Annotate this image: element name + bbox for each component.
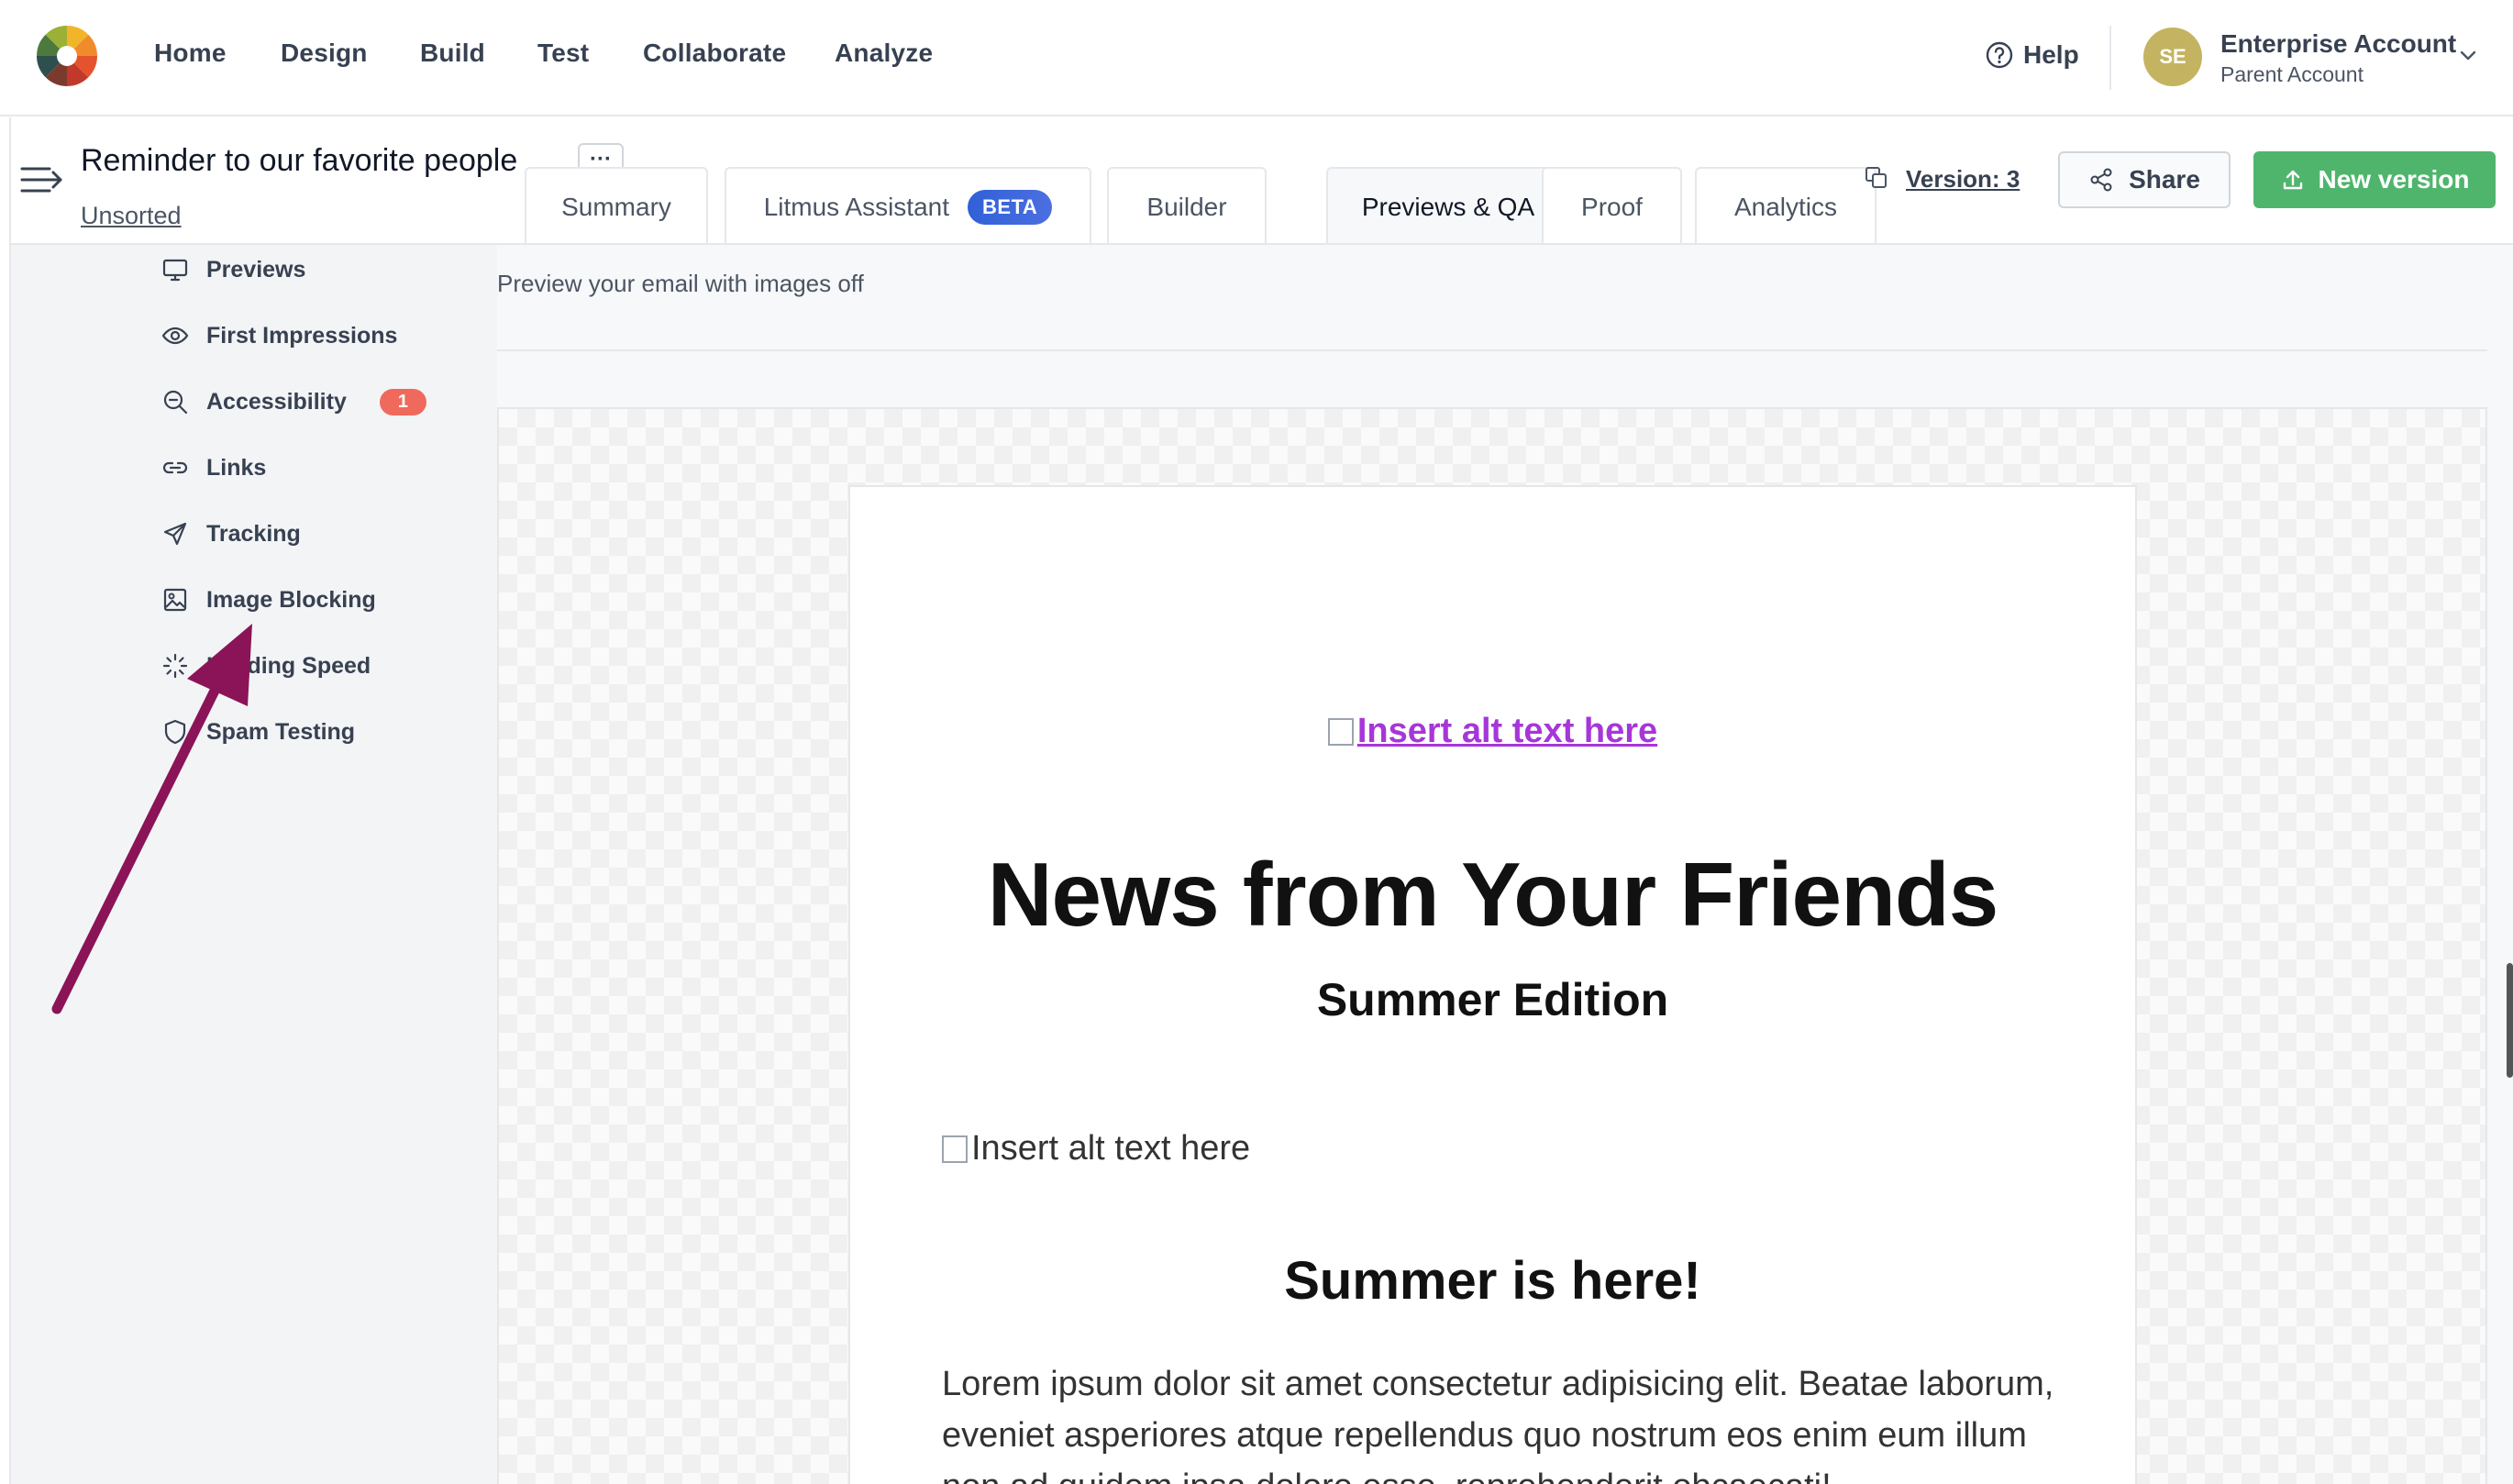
sidebar-item-label: Loading Speed [206, 652, 371, 679]
tab-label: Builder [1146, 192, 1227, 221]
broken-image-icon [942, 1135, 968, 1163]
monitor-icon [162, 259, 188, 282]
project-title[interactable]: Reminder to our favorite people [81, 143, 517, 179]
tab-label: Litmus Assistant [763, 192, 950, 221]
broken-image-icon [1327, 718, 1354, 746]
email-hero-image: Insert alt text here [942, 1129, 1250, 1168]
new-version-label: New version [2318, 165, 2470, 194]
sidebar-item-label: Accessibility [206, 388, 347, 415]
sidebar-item-spam-testing[interactable]: Spam Testing [161, 717, 355, 747]
caption-divider [497, 349, 2487, 351]
link-icon [162, 461, 188, 474]
sidebar-item-previews[interactable]: Previews [161, 255, 305, 284]
version-link[interactable]: Version: 3 [1906, 165, 2020, 194]
new-version-button[interactable]: New version [2253, 151, 2496, 208]
sidebar-item-image-blocking[interactable]: Image Blocking [161, 585, 376, 615]
sidebar-item-label: Previews [206, 256, 306, 282]
tab-litmus-assistant[interactable]: Litmus Assistant BETA [725, 167, 1091, 245]
copy-icon [1865, 167, 1887, 188]
scrollbar-thumb[interactable] [2507, 963, 2513, 1078]
sidebar-item-label: Spam Testing [206, 718, 356, 745]
tab-label: Proof [1581, 192, 1643, 221]
tab-label: Analytics [1733, 192, 1838, 221]
alt-text: Insert alt text here [971, 1129, 1251, 1168]
sidebar-item-tracking[interactable]: Tracking [161, 519, 301, 548]
share-icon [2090, 168, 2112, 192]
sidebar-item-loading-speed[interactable]: Loading Speed [161, 651, 371, 681]
alt-text: Insert alt text here [1356, 712, 1658, 750]
upload-icon [2283, 170, 2302, 190]
chevron-down-icon[interactable] [2456, 44, 2480, 68]
tab-previews-qa[interactable]: Previews & QA [1326, 167, 1570, 245]
collapse-menu-icon[interactable] [20, 163, 66, 196]
eye-icon [161, 327, 189, 345]
tab-analytics[interactable]: Analytics [1695, 167, 1876, 245]
sidebar-item-links[interactable]: Links [161, 453, 266, 482]
email-preview[interactable]: Insert alt text here News from Your Frie… [848, 485, 2137, 1484]
nav-test[interactable]: Test [537, 39, 589, 68]
tab-label: Previews & QA [1361, 192, 1535, 221]
issue-count-badge: 1 [379, 388, 426, 415]
sidebar-item-first-impressions[interactable]: First Impressions [161, 321, 397, 350]
qa-sidebar [11, 245, 497, 1484]
account-name[interactable]: Enterprise Account [2220, 29, 2456, 59]
sidebar-item-label: Tracking [206, 520, 301, 547]
help-button[interactable]: Help [1985, 40, 2079, 70]
send-icon [163, 522, 187, 546]
sidebar-item-label: First Impressions [206, 322, 398, 349]
sidebar-item-label: Image Blocking [206, 586, 376, 613]
shield-icon [164, 719, 186, 745]
account-subtitle: Parent Account [2220, 62, 2364, 86]
email-section-heading: Summer is here! [1284, 1251, 1701, 1311]
email-header-image-link[interactable]: Insert alt text here [850, 712, 2135, 751]
beta-badge: BETA [968, 189, 1053, 225]
tab-summary[interactable]: Summary [525, 167, 708, 245]
tab-label: Summary [561, 192, 671, 221]
tab-builder[interactable]: Builder [1107, 167, 1267, 245]
preview-caption: Preview your email with images off [497, 270, 864, 297]
nav-home[interactable]: Home [154, 39, 227, 68]
image-icon [163, 588, 187, 612]
spinner-icon [162, 653, 188, 679]
question-circle-icon [1986, 41, 2013, 69]
avatar[interactable]: SE [2143, 28, 2202, 86]
nav-collaborate[interactable]: Collaborate [643, 39, 786, 68]
email-subheading: Summer Edition [1316, 974, 1669, 1025]
sidebar-item-accessibility[interactable]: Accessibility 1 [161, 387, 426, 416]
tab-proof[interactable]: Proof [1542, 167, 1682, 245]
email-body-text: Lorem ipsum dolor sit amet consectetur a… [942, 1365, 2054, 1484]
folder-link[interactable]: Unsorted [81, 202, 182, 230]
nav-build[interactable]: Build [420, 39, 485, 68]
share-label: Share [2129, 165, 2200, 194]
litmus-logo[interactable] [35, 24, 99, 88]
top-navigation: Home Design Build Test Collaborate Analy… [0, 0, 2513, 116]
nav-analyze[interactable]: Analyze [835, 39, 933, 68]
help-label: Help [2023, 40, 2079, 69]
sidebar-item-label: Links [206, 454, 267, 481]
email-heading: News from Your Friends [987, 844, 1999, 945]
nav-design[interactable]: Design [281, 39, 368, 68]
nav-divider [2109, 26, 2111, 90]
share-button[interactable]: Share [2058, 151, 2231, 208]
magnifier-icon [163, 390, 188, 415]
